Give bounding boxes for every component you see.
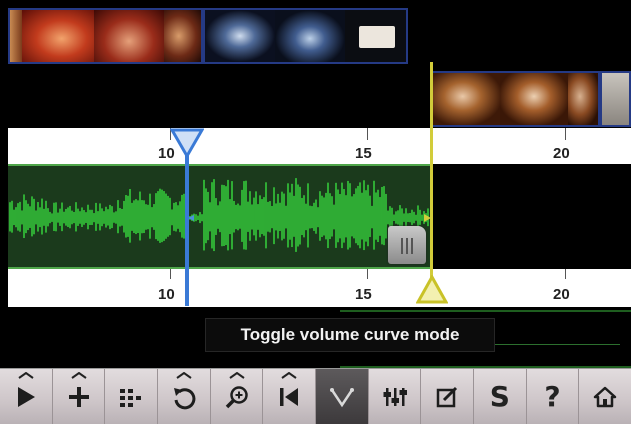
video-clip-1[interactable] xyxy=(8,8,203,64)
ruler-tick-label: 10 xyxy=(158,286,175,303)
video-clip-2[interactable] xyxy=(203,8,408,64)
video-clip-3[interactable] xyxy=(430,71,600,127)
play-icon xyxy=(17,387,35,407)
grid-icon xyxy=(120,389,142,407)
clip-thumbnail xyxy=(602,73,629,125)
ruler-tick xyxy=(367,269,368,279)
volume-curve-button[interactable] xyxy=(316,369,369,424)
help-button[interactable]: ? xyxy=(527,369,580,424)
clip-thumbnail xyxy=(94,10,164,62)
audio-clip[interactable] xyxy=(8,164,432,269)
tooltip: Toggle volume curve mode xyxy=(205,318,495,352)
zoom-button[interactable] xyxy=(211,369,264,424)
skip-back-icon xyxy=(280,388,299,406)
ruler-tick xyxy=(170,269,171,279)
video-track-2[interactable] xyxy=(430,71,631,127)
share-button[interactable]: S xyxy=(474,369,527,424)
playhead-blue-handle-icon[interactable] xyxy=(170,128,204,160)
chevron-up-icon xyxy=(281,372,297,379)
mixer-button[interactable] xyxy=(369,369,422,424)
home-button[interactable] xyxy=(579,369,631,424)
ruler-tick-label: 15 xyxy=(355,145,372,162)
ruler-tick xyxy=(565,128,566,140)
clip-thumbnail xyxy=(432,73,500,125)
ruler-tick-label: 20 xyxy=(553,145,570,162)
chevron-up-icon xyxy=(70,372,87,379)
plus-icon xyxy=(68,387,89,407)
video-editor: 10 15 20 10 15 20 Toggle volume curve mo… xyxy=(0,0,631,424)
edit-button[interactable] xyxy=(421,369,475,424)
chevron-up-icon xyxy=(176,372,192,379)
clip-thumbnail xyxy=(22,10,94,62)
add-button[interactable] xyxy=(53,369,106,424)
ruler-tick xyxy=(367,128,368,140)
clip-thumbnail xyxy=(205,10,275,62)
undo-button[interactable] xyxy=(158,369,211,424)
undo-icon xyxy=(173,388,196,410)
play-button[interactable] xyxy=(0,369,53,424)
ruler-tick-label: 20 xyxy=(553,286,570,303)
zoom-icon xyxy=(225,386,248,409)
playhead-yellow-handle-icon[interactable] xyxy=(416,275,448,305)
clip-thumbnail xyxy=(500,73,568,125)
grid-button[interactable] xyxy=(105,369,159,424)
s-icon: S xyxy=(489,380,510,413)
timeline-ruler-top[interactable]: 10 15 20 xyxy=(8,128,631,164)
volume-curve-icon xyxy=(329,388,354,408)
help-icon: ? xyxy=(544,380,561,413)
jump-to-start-button[interactable] xyxy=(263,369,317,424)
chevron-up-icon xyxy=(18,372,34,379)
video-track-1[interactable] xyxy=(8,8,428,64)
audio-track[interactable] xyxy=(8,164,631,269)
audio-clip-handle[interactable] xyxy=(388,226,426,264)
edit-icon xyxy=(436,386,458,408)
playhead-yellow[interactable] xyxy=(430,62,433,302)
ruler-tick-label: 15 xyxy=(355,286,372,303)
ruler-tick xyxy=(565,269,566,279)
home-icon xyxy=(593,386,617,408)
clip-thumbnail xyxy=(164,10,201,62)
clip-thumbnail xyxy=(345,10,406,62)
video-clip-4[interactable] xyxy=(600,71,631,127)
clip-thumbnail xyxy=(10,10,22,62)
clip-thumbnail xyxy=(568,73,598,125)
clip-thumbnail xyxy=(275,10,345,62)
chevron-up-icon xyxy=(228,372,245,379)
mixer-icon xyxy=(383,388,407,406)
waveform xyxy=(9,178,431,252)
timeline-ruler-bottom[interactable]: 10 15 20 xyxy=(8,269,631,307)
bottom-toolbar: S ? xyxy=(0,368,631,424)
